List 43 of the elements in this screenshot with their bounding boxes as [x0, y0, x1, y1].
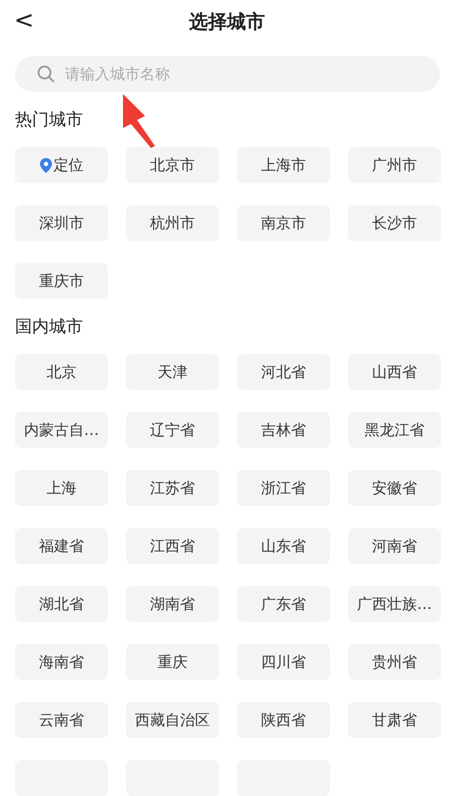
city-button[interactable]: 陕西省	[237, 702, 330, 738]
city-button[interactable]: 杭州市	[126, 205, 219, 241]
city-button[interactable]: 广州市	[348, 147, 441, 183]
city-button[interactable]: 内蒙古自…	[15, 412, 108, 448]
city-button[interactable]: 广东省	[237, 586, 330, 622]
city-button[interactable]: 黑龙江省	[348, 412, 441, 448]
city-button[interactable]: 重庆市	[15, 263, 108, 299]
city-button[interactable]: 上海市	[237, 147, 330, 183]
city-button[interactable]: 江西省	[126, 528, 219, 564]
city-button[interactable]: 江苏省	[126, 470, 219, 506]
city-button[interactable]: 重庆	[126, 644, 219, 680]
section-title: 国内城市	[15, 316, 83, 338]
location-pin-icon	[40, 158, 52, 172]
city-button[interactable]: 北京市	[126, 147, 219, 183]
back-button[interactable]: <	[10, 6, 38, 34]
search-field[interactable]: 请输入城市名称	[15, 56, 440, 92]
city-button[interactable]: 深圳市	[15, 205, 108, 241]
city-button[interactable]: 四川省	[237, 644, 330, 680]
city-button[interactable]: 南京市	[237, 205, 330, 241]
city-button[interactable]: 山西省	[348, 354, 441, 390]
city-button[interactable]: 西藏自治区	[126, 702, 219, 738]
city-button[interactable]: 广西壮族…	[348, 586, 441, 622]
city-button[interactable]: 安徽省	[348, 470, 441, 506]
city-button[interactable]: 上海	[15, 470, 108, 506]
city-button[interactable]: 海南省	[15, 644, 108, 680]
city-button[interactable]: 浙江省	[237, 470, 330, 506]
section-title: 热门城市	[15, 109, 83, 131]
city-button[interactable]: 湖北省	[15, 586, 108, 622]
city-button[interactable]: 北京	[15, 354, 108, 390]
city-button[interactable]: 湖南省	[126, 586, 219, 622]
city-button[interactable]: 福建省	[15, 528, 108, 564]
city-button[interactable]: 甘肃省	[348, 702, 441, 738]
location-button[interactable]: 定位	[15, 147, 108, 183]
page-title: 选择城市	[189, 10, 265, 35]
city-button[interactable]: 山东省	[237, 528, 330, 564]
city-button[interactable]: 辽宁省	[126, 412, 219, 448]
city-button[interactable]: 长沙市	[348, 205, 441, 241]
city-button[interactable]: 贵州省	[348, 644, 441, 680]
city-button[interactable]: 河北省	[237, 354, 330, 390]
city-button[interactable]: 天津	[126, 354, 219, 390]
city-button[interactable]: 河南省	[348, 528, 441, 564]
city-button[interactable]: 吉林省	[237, 412, 330, 448]
city-button[interactable]: 云南省	[15, 702, 108, 738]
